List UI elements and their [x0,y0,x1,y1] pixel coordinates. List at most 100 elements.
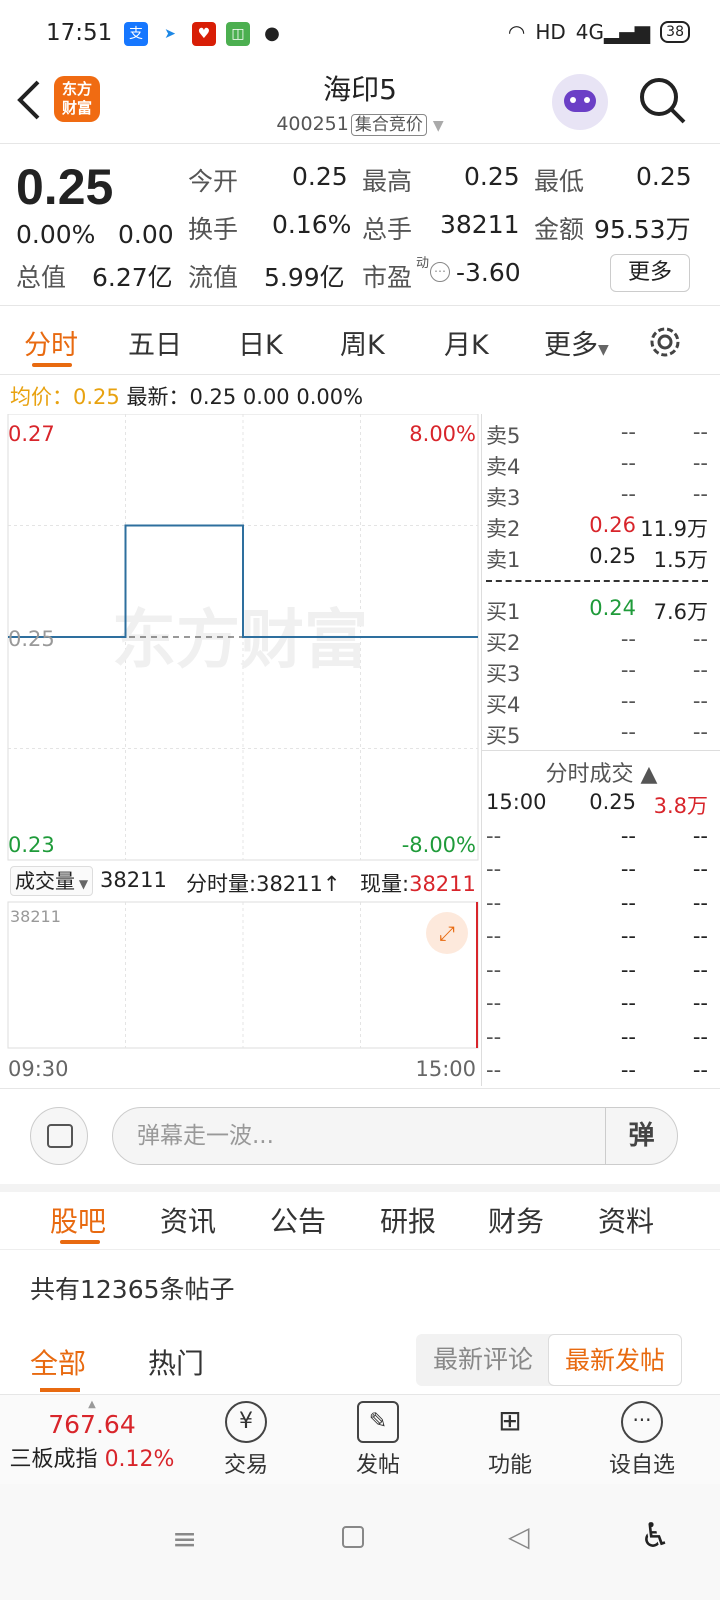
y-label-high-pct: 8.00% [409,422,476,446]
label-float-cap: 流值 [188,263,239,292]
signal-icon: 4G▂▄▆ [575,20,651,44]
tab-more[interactable]: 更多▼ [544,323,609,362]
app-icon-2: ◫ [226,22,250,46]
time-end: 15:00 [415,1057,476,1081]
label-volume: 总手 [362,215,413,244]
active-tab-indicator [32,363,72,367]
tick-volume: -- [692,890,708,915]
intraday-chart[interactable]: 东方财富 0.27 8.00% 0.25 0.23 -8.00% 38211 0… [0,413,480,1086]
add-watchlist-button[interactable]: ··· 设自选 [582,1401,702,1479]
danmu-list-icon[interactable] [30,1107,88,1165]
search-icon[interactable] [638,76,688,128]
order-book: 卖5 -- -- 卖4 -- -- 卖3 -- -- 卖2 0.26 11.9万 卖1 0.25 1.5万 … [481,414,720,1086]
value-low: 0.25 [636,162,692,191]
volume-value: 38211 [100,868,167,892]
volume-axis-label: 38211 [10,907,61,926]
tab-daily-k[interactable]: 日K [238,323,283,362]
tick-price: -- [620,957,636,982]
sort-segment: 最新评论 最新发帖 [416,1334,682,1386]
stock-code[interactable]: 400251 集合竞价 ▼ [0,110,720,136]
bottom-toolbar: ▲ 767.64 三板成指 0.12% ¥ 交易 ✎ 发帖 ⊞ 功能 ··· 设… [0,1394,720,1484]
sort-latest-post[interactable]: 最新发帖 [548,1334,682,1386]
sell-volume: -- [692,420,708,444]
news-tabs: 股吧 资讯 公告 研报 财务 资料 [0,1192,720,1250]
edit-icon: ✎ [357,1401,399,1443]
ticks-title[interactable]: 分时成交 ▲ [482,756,720,788]
tab-monthly-k[interactable]: 月K [444,323,489,362]
tab-announcement[interactable]: 公告 [270,1200,326,1240]
sell-label: 卖3 [486,486,521,510]
sell-volume: 1.5万 [653,548,708,572]
menu-icon[interactable]: ≡ [172,1522,197,1557]
sell-volume: -- [692,482,708,506]
alipay-icon: 支 [124,22,148,46]
robot-assistant-icon[interactable] [552,74,608,130]
chart-tabs: 分时 五日 日K 周K 月K 更多▼ [0,307,720,375]
tick-time: -- [486,1024,502,1049]
volume-indicator-select[interactable]: 成交量 ▼ [10,866,94,896]
wifi-icon: ◠ [507,20,526,44]
buy-row: 买3 -- -- [486,658,708,688]
index-widget[interactable]: ▲ 767.64 三板成指 0.12% [0,1399,184,1473]
post-count: 共有12365条帖子 [30,1275,235,1304]
tick-volume: -- [692,991,708,1015]
sell-volume: -- [692,451,708,475]
settings-icon[interactable] [646,323,684,361]
change-amount: 0.00 [118,220,174,249]
tick-price: 0.25 [589,790,636,814]
post-button[interactable]: ✎ 发帖 [318,1401,438,1479]
tick-volume: -- [692,1058,708,1082]
sell-price: 0.26 [589,513,636,537]
tab-finance[interactable]: 财务 [488,1200,544,1240]
sell-row: 卖2 0.26 11.9万 [486,513,708,543]
buy-volume: -- [692,627,708,651]
tick-price: -- [620,1024,636,1049]
index-name: 三板成指 [9,1447,98,1472]
stock-name: 海印5 [323,73,397,106]
tab-five-day[interactable]: 五日 [128,323,182,362]
sell-price: -- [620,482,636,506]
tab-weekly-k[interactable]: 周K [340,323,385,362]
sell-label: 卖1 [486,548,521,572]
back-nav-icon[interactable]: ◁ [508,1520,530,1553]
orderbook-divider [486,580,708,582]
label-market-cap: 总值 [16,263,67,292]
avg-value: 0.25 [73,385,120,409]
tick-time: -- [486,890,502,915]
current-volume: 现量:38211 [360,872,476,896]
tab-guba[interactable]: 股吧 [50,1200,106,1240]
y-label-mid: 0.25 [8,627,55,651]
buy-volume: -- [692,658,708,682]
tab-intraday[interactable]: 分时 [24,323,78,362]
value-open: 0.25 [292,162,348,191]
value-pe: -3.60 [456,258,521,287]
label-low: 最低 [534,167,585,196]
tick-volume: -- [692,857,708,881]
info-icon[interactable]: ⋯ [430,262,450,282]
latest-value: 0.25 [189,385,237,409]
y-label-high: 0.27 [8,422,55,446]
tab-news[interactable]: 资讯 [160,1200,216,1240]
tab-profile[interactable]: 资料 [598,1200,654,1240]
expand-icon[interactable]: ⤢ [426,912,468,954]
buy-row: 买5 -- -- [486,720,708,750]
value-high: 0.25 [464,162,520,191]
features-button[interactable]: ⊞ 功能 [450,1401,570,1479]
sell-volume: 11.9万 [640,517,708,541]
accessibility-icon[interactable]: ♿ [640,1516,670,1556]
interval-volume: 分时量:38211↑ [186,872,341,896]
divider [0,1184,720,1192]
filter-hot[interactable]: 热门 [148,1342,204,1382]
tick-price: -- [620,1058,636,1082]
danmu-toggle-button[interactable]: 弹 [605,1108,677,1164]
trade-mode-tag: 集合竞价 [350,114,427,136]
trade-button[interactable]: ¥ 交易 [186,1401,306,1479]
danmu-bar: 弹幕走一波... 弹 [0,1088,720,1184]
home-icon[interactable] [342,1526,364,1548]
danmu-input[interactable]: 弹幕走一波... 弹 [112,1107,678,1165]
more-button[interactable]: 更多 [610,254,690,292]
tab-research[interactable]: 研报 [380,1200,436,1240]
filter-all[interactable]: 全部 [30,1342,86,1382]
sort-latest-comment[interactable]: 最新评论 [416,1334,550,1386]
tick-price: -- [620,991,636,1015]
